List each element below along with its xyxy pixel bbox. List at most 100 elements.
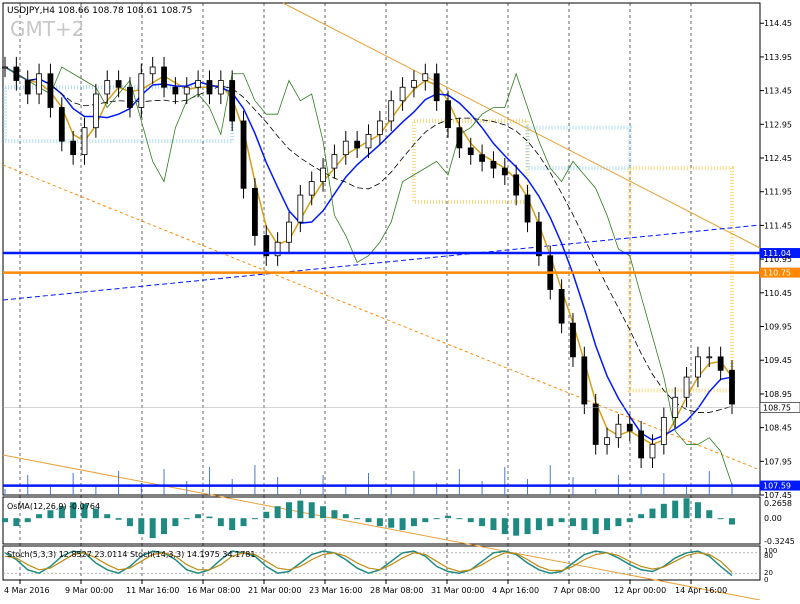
candle-body — [638, 430, 645, 459]
y-tick-label: 110.95 — [764, 255, 792, 264]
x-tick-label: 4 Mar 2016 — [4, 586, 50, 595]
osma-bar — [13, 518, 20, 527]
osma-label: OsMA(12,26,9) -0.0764 — [7, 502, 100, 511]
y-tick-label: 109.95 — [764, 323, 792, 332]
osma-bar — [694, 502, 701, 519]
osma-bar — [342, 514, 349, 519]
candle-body — [365, 134, 372, 149]
osma-bar — [501, 518, 508, 535]
candle-body — [297, 194, 304, 223]
candle-body — [501, 167, 508, 176]
osma-bar — [672, 500, 679, 519]
candle-body — [2, 66, 8, 69]
y-tick-label: 113.95 — [764, 53, 792, 62]
candle-body — [660, 417, 667, 445]
candle-body — [36, 73, 42, 95]
osma-bar — [263, 511, 270, 519]
osma-bar — [479, 518, 486, 527]
x-tick-label: 11 Mar 16:00 — [126, 586, 179, 595]
candle-body — [649, 444, 656, 459]
timezone-watermark: GMT+2 — [10, 17, 84, 41]
candle-body — [104, 80, 111, 95]
osma-bar — [126, 518, 133, 527]
candle-body — [411, 80, 417, 88]
osma-bar — [2, 518, 8, 523]
candle-body — [490, 160, 497, 169]
osma-bar — [308, 502, 315, 519]
stoch-tick-label: 80 — [764, 552, 773, 560]
osma-bar — [331, 510, 338, 519]
candle-body — [695, 356, 701, 378]
x-tick-label: 4 Apr 16:00 — [492, 586, 539, 595]
candle-body — [433, 73, 440, 102]
y-tick-label: 108.45 — [764, 424, 792, 433]
osma-bar — [558, 518, 565, 523]
price-level-label: 107.59 — [763, 482, 791, 491]
osma-bar — [172, 518, 179, 527]
candle-body — [24, 80, 31, 95]
candle-body — [217, 80, 224, 95]
candle-body — [138, 73, 145, 108]
osma-bar — [581, 518, 588, 531]
symbol-info-text: USDJPY,H4 108.66 108.78 108.61 108.75 — [7, 6, 192, 16]
x-tick-label: 31 Mar 00:00 — [431, 586, 484, 595]
candle-body — [342, 140, 349, 156]
osma-bar — [445, 515, 452, 519]
candle-body — [286, 221, 292, 243]
osma-bar — [490, 518, 497, 531]
osma-bar — [320, 506, 327, 519]
horizontal-levels[interactable]: 111.04110.75107.59108.75 — [3, 248, 800, 491]
osma-bar — [626, 518, 633, 523]
candle-body — [195, 80, 202, 88]
osma-bar — [524, 518, 531, 535]
osma-bar — [183, 518, 190, 520]
y-tick-label: 108.95 — [764, 390, 792, 399]
y-tick-label: 112.95 — [764, 120, 792, 129]
ma-long-line — [4, 66, 733, 413]
candle-body — [535, 221, 542, 257]
x-tick-label: 16 Mar 08:00 — [187, 586, 240, 595]
time-axis: 4 Mar 2016 9 Mar 00:00 11 Mar 16:00 16 Mar … — [4, 580, 727, 595]
candle-body — [81, 127, 88, 156]
osma-bar — [535, 518, 542, 531]
osma-histogram: 0.2658 0.00 -0.3245 — [2, 498, 795, 546]
candle-body — [229, 80, 236, 122]
candle-body — [399, 86, 406, 102]
candle-body — [604, 437, 610, 445]
chart-canvas[interactable]: 111.04110.75107.59108.75 114.45113.95113… — [0, 0, 800, 601]
osma-bar — [649, 508, 656, 519]
forex-chart[interactable]: 111.04 110.75 107.59 108.75 114.45 113.95 113… — [0, 0, 800, 601]
osma-bar — [285, 502, 292, 519]
osma-bar — [399, 518, 406, 531]
candle-body — [456, 127, 463, 149]
osma-bar — [36, 514, 43, 519]
candle-body — [479, 154, 485, 162]
osma-bar — [729, 518, 735, 525]
osma-tick-label: 0.00 — [764, 514, 782, 523]
osma-bar — [138, 518, 145, 535]
osma-bar — [604, 518, 611, 531]
osma-bar — [513, 518, 520, 536]
x-tick-label: 21 Mar 00:00 — [248, 586, 301, 595]
candle-body — [626, 423, 633, 432]
osma-bar — [47, 510, 54, 519]
osma-bar — [433, 518, 440, 520]
stoch-tick-label: 0 — [764, 576, 768, 584]
osma-bar — [547, 518, 554, 527]
candle-body — [13, 66, 20, 81]
osma-tick-label: 0.2658 — [764, 499, 792, 508]
osma-bar — [161, 518, 168, 535]
osma-bar — [422, 518, 429, 523]
trendline-blue — [2, 224, 761, 301]
candle-body — [422, 73, 429, 81]
price-axis: 114.45 113.95 113.45 112.95 112.45 111.95 111.… — [760, 19, 792, 500]
y-tick-label: 112.45 — [764, 154, 792, 163]
osma-bar — [297, 500, 304, 519]
osma-bar — [569, 518, 576, 527]
y-tick-label: 111.95 — [764, 188, 792, 197]
osma-bar — [456, 518, 463, 520]
candle-body — [308, 181, 315, 196]
candle-body — [467, 147, 474, 156]
trendline-upper — [282, 2, 761, 249]
candle-body — [581, 356, 588, 405]
